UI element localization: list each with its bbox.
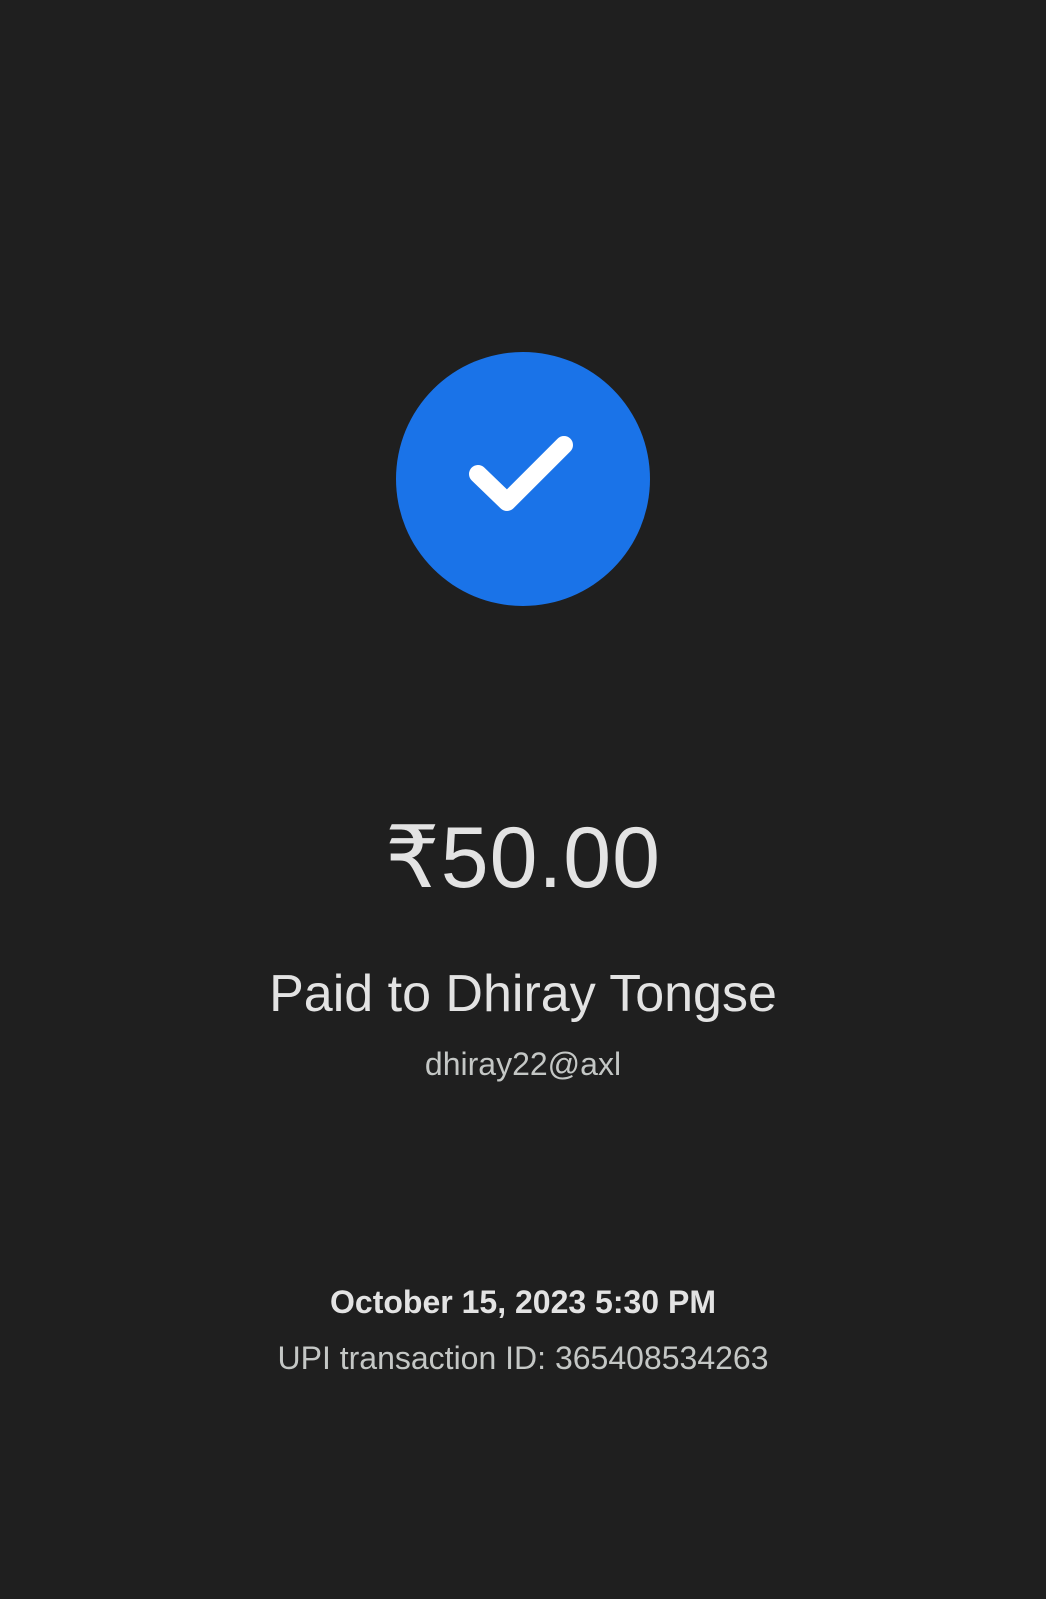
payment-success-screen: ₹50.00 Paid to Dhiray Tongse dhiray22@ax… — [0, 0, 1046, 1599]
transaction-datetime: October 15, 2023 5:30 PM — [330, 1284, 716, 1320]
payment-amount: ₹50.00 — [385, 810, 661, 906]
upi-transaction-id: UPI transaction ID: 365408534263 — [277, 1340, 769, 1376]
payee-name: Paid to Dhiray Tongse — [269, 965, 777, 1023]
success-badge — [396, 352, 650, 606]
check-icon — [469, 436, 573, 511]
payee-upi-id: dhiray22@axl — [424, 1046, 622, 1082]
